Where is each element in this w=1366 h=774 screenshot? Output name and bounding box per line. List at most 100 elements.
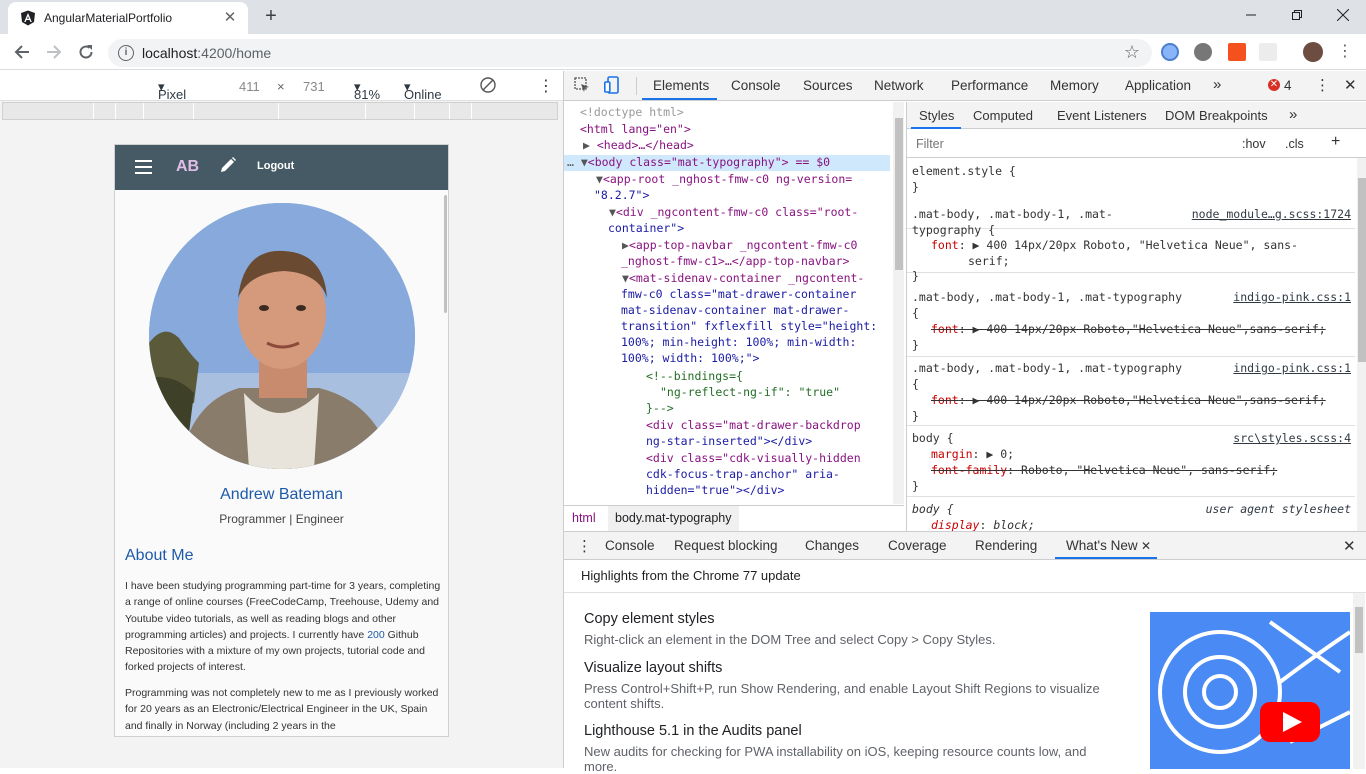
url-text[interactable]: localhost:4200/home: [142, 45, 271, 61]
extension-icon[interactable]: [1161, 43, 1179, 61]
rule-source-link[interactable]: node_module…g.scss:1724: [1192, 207, 1351, 223]
reload-icon[interactable]: [74, 40, 98, 64]
rule-source-link[interactable]: indigo-pink.css:1: [1233, 289, 1351, 305]
drawer-tab-coverage[interactable]: Coverage: [888, 538, 947, 553]
dom-line[interactable]: <div class="mat-drawer-backdrop: [646, 418, 861, 432]
dom-line[interactable]: "8.2.7">: [594, 188, 649, 202]
info-icon[interactable]: i: [118, 45, 134, 61]
minimize-icon[interactable]: [1228, 0, 1274, 30]
pencil-icon[interactable]: [219, 156, 237, 179]
zoom-select[interactable]: 81% ▾: [354, 79, 380, 102]
dom-line[interactable]: container">: [608, 221, 684, 235]
window-close-icon[interactable]: [1320, 0, 1366, 30]
inspect-element-icon[interactable]: [574, 77, 590, 96]
dom-line[interactable]: ▼<mat-sidenav-container _ngcontent-: [622, 271, 864, 285]
device-height[interactable]: 731: [303, 79, 325, 94]
style-rule[interactable]: .mat-body, .mat-body-1, .mat-typography i…: [907, 285, 1355, 357]
dom-line[interactable]: 100%; width: 100%;">: [621, 351, 759, 365]
drawer-tab-console[interactable]: Console: [605, 538, 655, 553]
rule-source-link[interactable]: src\styles.scss:4: [1233, 430, 1351, 446]
drawer-tab-rendering[interactable]: Rendering: [975, 538, 1037, 553]
dom-line[interactable]: cdk-focus-trap-anchor" aria-: [646, 467, 840, 481]
profile-avatar[interactable]: [1303, 42, 1323, 62]
drawer-menu-icon[interactable]: ⋮: [577, 537, 592, 555]
dom-line[interactable]: fmw-c0 class="mat-drawer-container: [621, 287, 856, 301]
tab-close-icon[interactable]: ✕: [220, 8, 240, 28]
dom-line[interactable]: 100%; min-height: 100%; min-width:: [621, 335, 856, 349]
dom-line[interactable]: <!--bindings={: [646, 369, 743, 383]
new-tab-button[interactable]: +: [258, 4, 284, 30]
restore-icon[interactable]: [1274, 0, 1320, 30]
tab-console[interactable]: Console: [731, 78, 781, 93]
device-width[interactable]: 411: [239, 79, 260, 94]
github-repos-link[interactable]: 200: [367, 629, 385, 641]
app-logo[interactable]: AB: [176, 158, 199, 176]
dom-line[interactable]: mat-sidenav-container mat-drawer-: [621, 303, 849, 317]
close-tab-icon[interactable]: ✕: [1141, 539, 1151, 553]
breadcrumb-body[interactable]: body.mat-typography: [608, 506, 739, 531]
style-rule[interactable]: body {user agent stylesheet display: blo…: [907, 497, 1355, 531]
tab-elements[interactable]: Elements: [653, 78, 709, 93]
more-tabs-icon[interactable]: »: [1213, 76, 1221, 93]
dom-line[interactable]: }-->: [646, 401, 674, 415]
error-icon[interactable]: ✕: [1268, 79, 1280, 91]
scrollbar[interactable]: [893, 102, 904, 504]
media-query-bar[interactable]: [2, 102, 558, 120]
drawer-tab-whats-new[interactable]: What's New: [1066, 538, 1138, 553]
logout-button[interactable]: Logout: [257, 160, 294, 172]
rotate-icon[interactable]: [480, 77, 496, 96]
tab-performance[interactable]: Performance: [951, 78, 1028, 93]
dom-line[interactable]: ▼<app-root _nghost-fmw-c0 ng-version=: [596, 172, 852, 186]
device-more-icon[interactable]: ⋮: [538, 76, 554, 96]
tab-network[interactable]: Network: [874, 78, 924, 93]
tab-event-listeners[interactable]: Event Listeners: [1057, 108, 1147, 123]
menu-dots-icon[interactable]: ⋮: [1333, 40, 1357, 64]
dom-line[interactable]: _nghost-fmw-c1>…</app-top-navbar>: [621, 254, 849, 268]
rule-source-link[interactable]: indigo-pink.css:1: [1233, 360, 1351, 376]
device-select[interactable]: Pixel 2 ▾: [158, 79, 186, 117]
tab-memory[interactable]: Memory: [1050, 78, 1099, 93]
back-icon[interactable]: [10, 40, 34, 64]
extension-off-icon[interactable]: [1228, 43, 1246, 61]
dom-line[interactable]: <html lang="en">: [580, 122, 691, 136]
devtools-close-icon[interactable]: ✕: [1344, 76, 1357, 94]
drawer-tab-changes[interactable]: Changes: [805, 538, 859, 553]
dom-line[interactable]: "ng-reflect-ng-if": "true": [660, 385, 840, 399]
cls-toggle[interactable]: .cls: [1285, 137, 1304, 151]
whats-new-title[interactable]: Copy element styles: [584, 611, 715, 627]
scrollbar[interactable]: [1357, 158, 1366, 531]
device-toolbar-toggle-icon[interactable]: [604, 76, 620, 97]
extension-icon[interactable]: [1259, 43, 1277, 61]
error-count[interactable]: 4: [1284, 78, 1292, 93]
tab-styles[interactable]: Styles: [919, 108, 954, 123]
whats-new-title[interactable]: Visualize layout shifts: [584, 660, 722, 676]
drawer-close-icon[interactable]: ✕: [1343, 537, 1356, 555]
dom-line[interactable]: hidden="true"></div>: [646, 483, 784, 497]
dom-line-selected[interactable]: … ▼<body class="mat-typography"> == $0: [567, 155, 830, 169]
tab-application[interactable]: Application: [1125, 78, 1191, 93]
new-style-rule-icon[interactable]: +: [1331, 133, 1340, 151]
chrome-update-video-thumbnail[interactable]: [1150, 612, 1350, 769]
hamburger-menu-icon[interactable]: [135, 160, 152, 174]
tab-sources[interactable]: Sources: [803, 78, 853, 93]
dom-line[interactable]: <div class="cdk-visually-hidden: [646, 451, 861, 465]
style-rule[interactable]: .mat-body, .mat-body-1, .mat-node_module…: [907, 203, 1355, 283]
dom-line[interactable]: transition" fxflexfill style="height:: [621, 319, 877, 333]
breadcrumb-html[interactable]: html: [572, 511, 596, 525]
styles-filter-input[interactable]: [911, 134, 1231, 154]
tab-computed[interactable]: Computed: [973, 108, 1033, 123]
network-select[interactable]: Online ▾: [404, 79, 442, 102]
dom-line[interactable]: ▼<div _ngcontent-fmw-c0 class="root-: [609, 205, 858, 219]
scrollbar[interactable]: [444, 195, 447, 313]
forward-icon[interactable]: [42, 40, 66, 64]
address-bar[interactable]: i localhost:4200/home ☆: [108, 39, 1152, 67]
extension-icon[interactable]: [1194, 43, 1212, 61]
dom-line[interactable]: ng-star-inserted"></div>: [646, 434, 812, 448]
style-rule[interactable]: body {src\styles.scss:4 margin: ▶ 0; fon…: [907, 426, 1355, 497]
tab-dom-breakpoints[interactable]: DOM Breakpoints: [1165, 108, 1268, 123]
more-tabs-icon[interactable]: »: [1289, 106, 1297, 123]
whats-new-title[interactable]: Lighthouse 5.1 in the Audits panel: [584, 723, 802, 739]
hov-toggle[interactable]: :hov: [1242, 137, 1266, 151]
drawer-tab-request-blocking[interactable]: Request blocking: [674, 538, 778, 553]
scrollbar[interactable]: [1353, 593, 1365, 769]
